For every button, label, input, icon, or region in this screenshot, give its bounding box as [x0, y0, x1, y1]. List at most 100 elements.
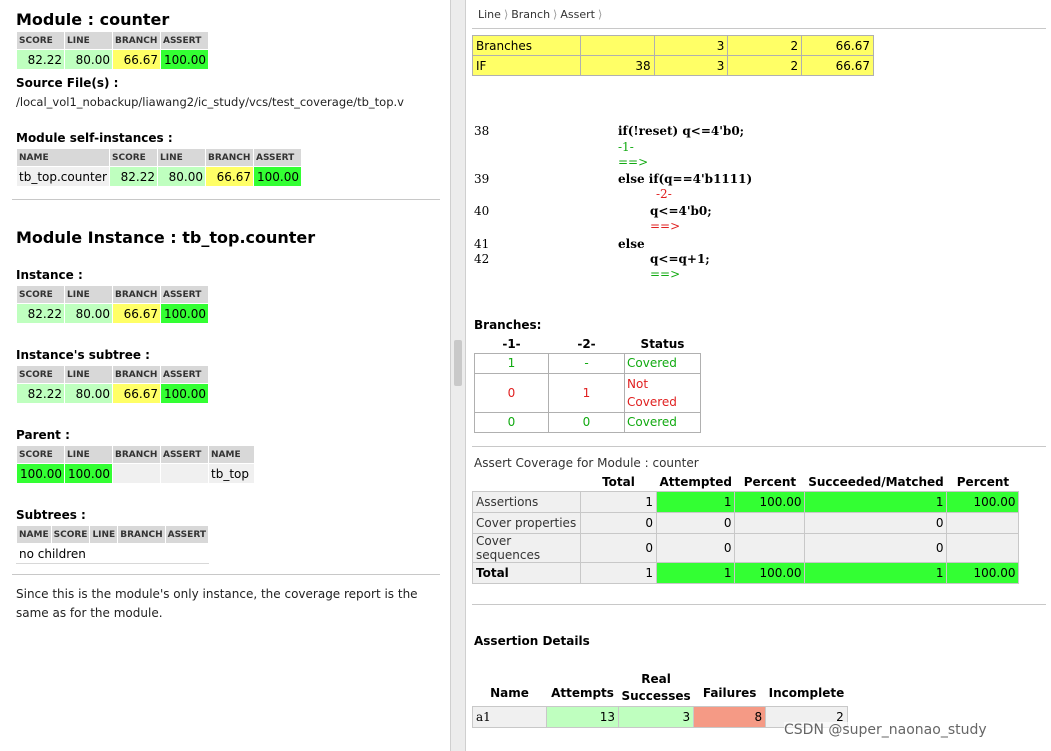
code-line-number: 41 — [474, 237, 490, 251]
branch-2-value: - — [548, 352, 625, 374]
total-value: 1 — [580, 561, 657, 584]
divider — [12, 199, 440, 200]
breadcrumb-assert[interactable]: Assert — [560, 8, 595, 21]
instance-name-link[interactable]: tb_top.counter — [16, 166, 110, 187]
branch-value: 66.67 — [204, 166, 254, 187]
assert-coverage-table: Total Attempted Percent Succeeded/Matche… — [472, 473, 1020, 584]
status-covered: Covered — [624, 352, 701, 374]
col-score: SCORE — [16, 285, 65, 304]
source-files-label: Source File(s) : — [16, 76, 119, 90]
assertion-details-table: Name Attempts Real Successes Failures Inc… — [472, 670, 848, 728]
attempted-value: 0 — [655, 532, 736, 563]
subtrees-label: Subtrees : — [16, 508, 86, 522]
percent-value: 100.00 — [734, 490, 806, 513]
score-value: 100.00 — [16, 463, 65, 484]
line-value: 80.00 — [156, 166, 206, 187]
code-line-number: 39 — [474, 172, 490, 186]
branch-arrow: ==> — [650, 219, 681, 233]
branch-value: 66.67 — [112, 383, 161, 404]
line-value: 100.00 — [64, 463, 113, 484]
col-assert: ASSERT — [160, 31, 209, 50]
branch-2-value: 0 — [548, 411, 625, 433]
code-line-number: 40 — [474, 204, 490, 218]
pane-splitter[interactable] — [450, 0, 466, 751]
succeeded-value: 1 — [804, 490, 948, 513]
col-real-successes: Real Successes — [619, 670, 694, 706]
assertion-name-link[interactable]: a1 — [472, 705, 547, 728]
total-value: 0 — [580, 511, 657, 534]
code-line-number: 42 — [474, 252, 490, 266]
code-line-number: 38 — [474, 124, 490, 138]
col-branch: BRANCH — [204, 148, 254, 167]
col-branch: BRANCH — [112, 31, 161, 50]
percent-value: 100.00 — [734, 561, 806, 584]
branch-marker-1: -1- — [618, 140, 634, 154]
status-covered: Covered — [624, 411, 701, 433]
instance-title: Module Instance : tb_top.counter — [16, 228, 316, 247]
code-line-text: q<=q+1; — [650, 252, 710, 266]
branch-value — [112, 463, 161, 484]
col-assert: ASSERT — [164, 525, 209, 544]
line-value: 80.00 — [64, 383, 113, 404]
col-attempts: Attempts — [551, 685, 614, 700]
parent-name-link[interactable]: tb_top — [208, 463, 255, 484]
col-name: NAME — [208, 445, 255, 464]
col-branch: BRANCH — [112, 285, 161, 304]
line-value: 80.00 — [64, 49, 113, 70]
col-score: SCORE — [16, 31, 65, 50]
score-value: 82.22 — [16, 303, 65, 324]
no-children-text: no children — [16, 543, 209, 564]
source-file-link[interactable]: /local_vol1_nobackup/liawang2/ic_study/v… — [16, 95, 404, 109]
col-percent-2: Percent — [956, 474, 1010, 489]
branch-covered: 2 — [727, 35, 803, 56]
watermark: CSDN @super_naonao_study — [784, 722, 987, 738]
branch-covered: 2 — [727, 55, 803, 76]
attempted-value: 0 — [655, 511, 736, 534]
branch-line — [579, 35, 655, 56]
branch-arrow: ==> — [650, 267, 681, 281]
col-blank — [473, 473, 581, 491]
status-not-covered: Not Covered — [624, 372, 701, 413]
score-value: 82.22 — [16, 49, 65, 70]
col-name: Name — [490, 685, 529, 700]
assert-coverage-title: Assert Coverage for Module : counter — [474, 456, 699, 470]
self-instances-table: NAME SCORE LINE BRANCH ASSERT tb_top.cou… — [16, 148, 302, 187]
branch-total: 3 — [653, 55, 729, 76]
col-name: NAME — [16, 525, 52, 544]
branch-1-value: 1 — [474, 352, 549, 374]
col-percent: Percent — [743, 474, 797, 489]
assert-value: 100.00 — [252, 166, 302, 187]
attempted-value: 1 — [655, 490, 736, 513]
code-line-text: else — [618, 237, 645, 251]
succeeded-value: 0 — [804, 532, 948, 563]
row-label: Assertions — [472, 490, 581, 513]
divider — [472, 604, 1046, 605]
col-line: LINE — [64, 365, 113, 384]
attempts-value: 13 — [546, 705, 619, 728]
right-pane: Line ⟩ Branch ⟩ Assert ⟩ Branches 3 2 66.67 I… — [466, 0, 1051, 751]
breadcrumb-separator: ⟩ — [503, 8, 509, 21]
branch-value: 66.67 — [112, 49, 161, 70]
assert-value — [160, 463, 209, 484]
parent-score-table: SCORE LINE BRANCH ASSERT NAME 100.00 100… — [16, 445, 255, 484]
assert-value: 100.00 — [160, 383, 209, 404]
instance-note: Since this is the module's only instance… — [16, 587, 418, 620]
breadcrumb-branch[interactable]: Branch — [511, 8, 550, 21]
module-title: Module : counter — [16, 10, 170, 29]
col-attempted: Attempted — [659, 474, 732, 489]
col-score: SCORE — [16, 365, 65, 384]
branch-marker-2: -2- — [656, 187, 672, 201]
branch-line: 38 — [579, 55, 655, 76]
assert-value: 100.00 — [160, 303, 209, 324]
col-branch: BRANCH — [112, 445, 161, 464]
col-incomplete: Incomplete — [768, 685, 845, 700]
splitter-grip[interactable] — [454, 340, 462, 386]
col-name: NAME — [16, 148, 110, 167]
left-pane: Module : counter SCORE LINE BRANCH ASSER… — [0, 0, 450, 751]
col-assert: ASSERT — [252, 148, 302, 167]
row-label: Total — [472, 561, 581, 584]
divider — [472, 446, 1046, 447]
breadcrumb-line[interactable]: Line — [478, 8, 501, 21]
total-value: 0 — [580, 532, 657, 563]
real-word: Real — [641, 671, 671, 686]
